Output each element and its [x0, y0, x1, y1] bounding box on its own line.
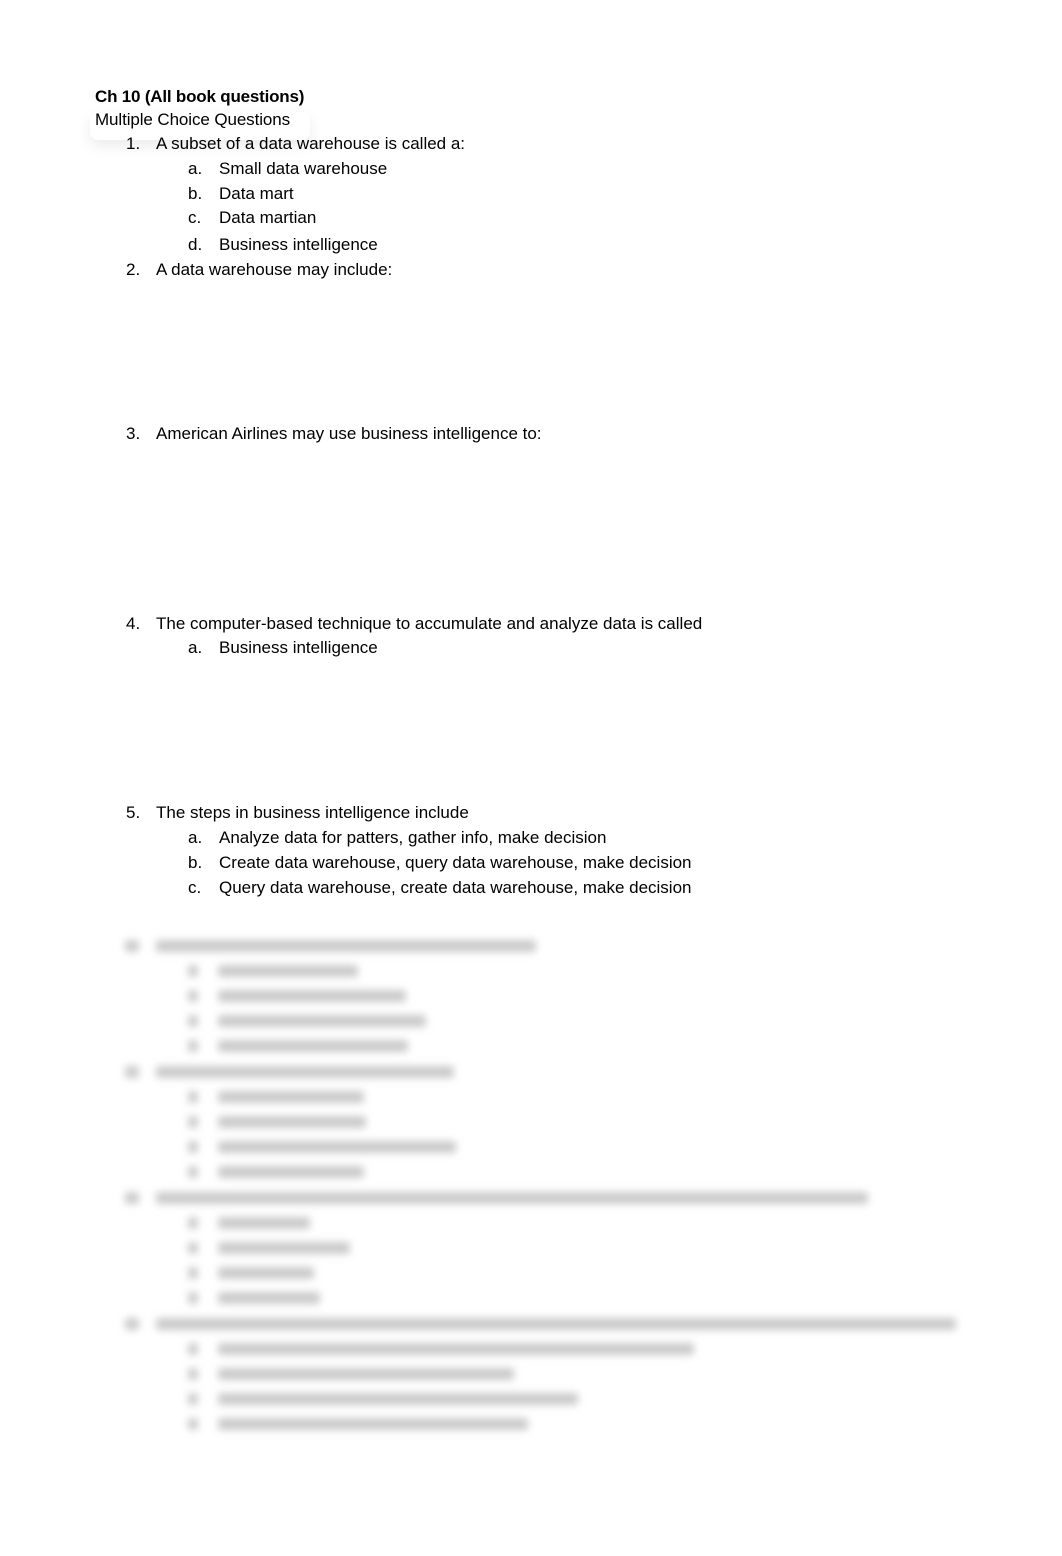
document-page: Ch 10 (All book questions) Multiple Choi…: [0, 0, 1062, 1556]
option-text: Create data warehouse, query data wareho…: [219, 853, 692, 872]
blurred-line: [156, 1192, 868, 1204]
blurred-line: [188, 1166, 198, 1178]
option-letter: c.: [188, 878, 202, 897]
section-subtitle: Multiple Choice Questions: [95, 110, 290, 129]
option-letter: c.: [188, 208, 202, 227]
blurred-line: [125, 1192, 139, 1204]
blurred-line: [188, 1217, 198, 1229]
blurred-line: [218, 1166, 364, 1178]
blurred-line: [218, 990, 406, 1002]
blurred-line: [218, 1267, 314, 1279]
option-text: Small data warehouse: [219, 159, 388, 178]
option-letter: a.: [188, 638, 203, 657]
blurred-line: [218, 965, 358, 977]
question-number: 2.: [126, 260, 141, 279]
question-text: The computer-based technique to accumula…: [156, 614, 703, 633]
option-text: Analyze data for patters, gather info, m…: [219, 828, 607, 847]
question-text: The steps in business intelligence inclu…: [156, 803, 469, 822]
blurred-line: [218, 1292, 320, 1304]
blurred-line: [188, 1292, 198, 1304]
blurred-line: [218, 1040, 408, 1052]
option: c. Query data warehouse, create data ware…: [188, 878, 692, 898]
option-letter: b.: [188, 184, 203, 203]
question-number: 5.: [126, 803, 141, 822]
option: d. Business intelligence: [188, 235, 378, 255]
blurred-line: [156, 940, 536, 952]
option: b. Create data warehouse, query data ware…: [188, 853, 692, 873]
question-number: 1.: [126, 134, 141, 153]
blurred-line: [188, 1116, 198, 1128]
option-text: Data mart: [219, 184, 294, 203]
blurred-line: [218, 1242, 350, 1254]
question-number: 4.: [126, 614, 141, 633]
question-3: 3. American Airlines may use business int…: [126, 424, 542, 444]
blurred-line: [188, 1418, 198, 1430]
question-1: 1. A subset of a data warehouse is called…: [126, 134, 465, 154]
option: a. Analyze data for patters, gather info,…: [188, 828, 606, 848]
option-letter: a.: [188, 159, 203, 178]
question-2: 2. A data warehouse may include:: [126, 260, 392, 280]
option-letter: a.: [188, 828, 203, 847]
option: b. Data mart: [188, 184, 294, 204]
blurred-line: [218, 1343, 694, 1355]
blurred-line: [218, 1116, 366, 1128]
option-letter: d.: [188, 235, 203, 254]
question-4: 4. The computer-based technique to accumu…: [126, 614, 702, 634]
option: c. Data martian: [188, 208, 316, 228]
option: a. Business intelligence: [188, 638, 378, 658]
option: a. Small data warehouse: [188, 159, 387, 179]
option-text: Business intelligence: [219, 638, 378, 657]
blurred-line: [188, 965, 198, 977]
option-text: Data martian: [219, 208, 317, 227]
blurred-line: [156, 1318, 956, 1330]
blurred-line: [218, 1418, 528, 1430]
question-number: 3.: [126, 424, 141, 443]
blurred-line: [188, 1242, 198, 1254]
question-text: American Airlines may use business intel…: [156, 424, 542, 443]
option-letter: b.: [188, 853, 203, 872]
question-5: 5. The steps in business intelligence inc…: [126, 803, 469, 823]
blurred-line: [188, 1343, 198, 1355]
blurred-line: [125, 1318, 139, 1330]
document-title: Ch 10 (All book questions): [95, 87, 305, 106]
blurred-line: [156, 1066, 454, 1078]
option-text: Business intelligence: [219, 235, 378, 254]
blurred-line: [188, 990, 198, 1002]
blurred-line: [218, 1393, 578, 1405]
blurred-line: [188, 1393, 198, 1405]
blurred-line: [188, 1040, 198, 1052]
blurred-line: [218, 1015, 426, 1027]
blurred-line: [188, 1091, 198, 1103]
blurred-line: [188, 1267, 198, 1279]
blurred-line: [218, 1217, 310, 1229]
blurred-line: [188, 1368, 198, 1380]
blurred-line: [125, 940, 139, 952]
blurred-line: [218, 1091, 364, 1103]
blurred-line: [125, 1066, 139, 1078]
blurred-line: [188, 1141, 198, 1153]
blurred-line: [218, 1368, 514, 1380]
blurred-content: [120, 930, 980, 1440]
question-text: A data warehouse may include:: [156, 260, 393, 279]
option-text: Query data warehouse, create data wareho…: [219, 878, 692, 897]
question-text: A subset of a data warehouse is called a…: [156, 134, 466, 153]
blurred-line: [218, 1141, 456, 1153]
blurred-line: [188, 1015, 198, 1027]
